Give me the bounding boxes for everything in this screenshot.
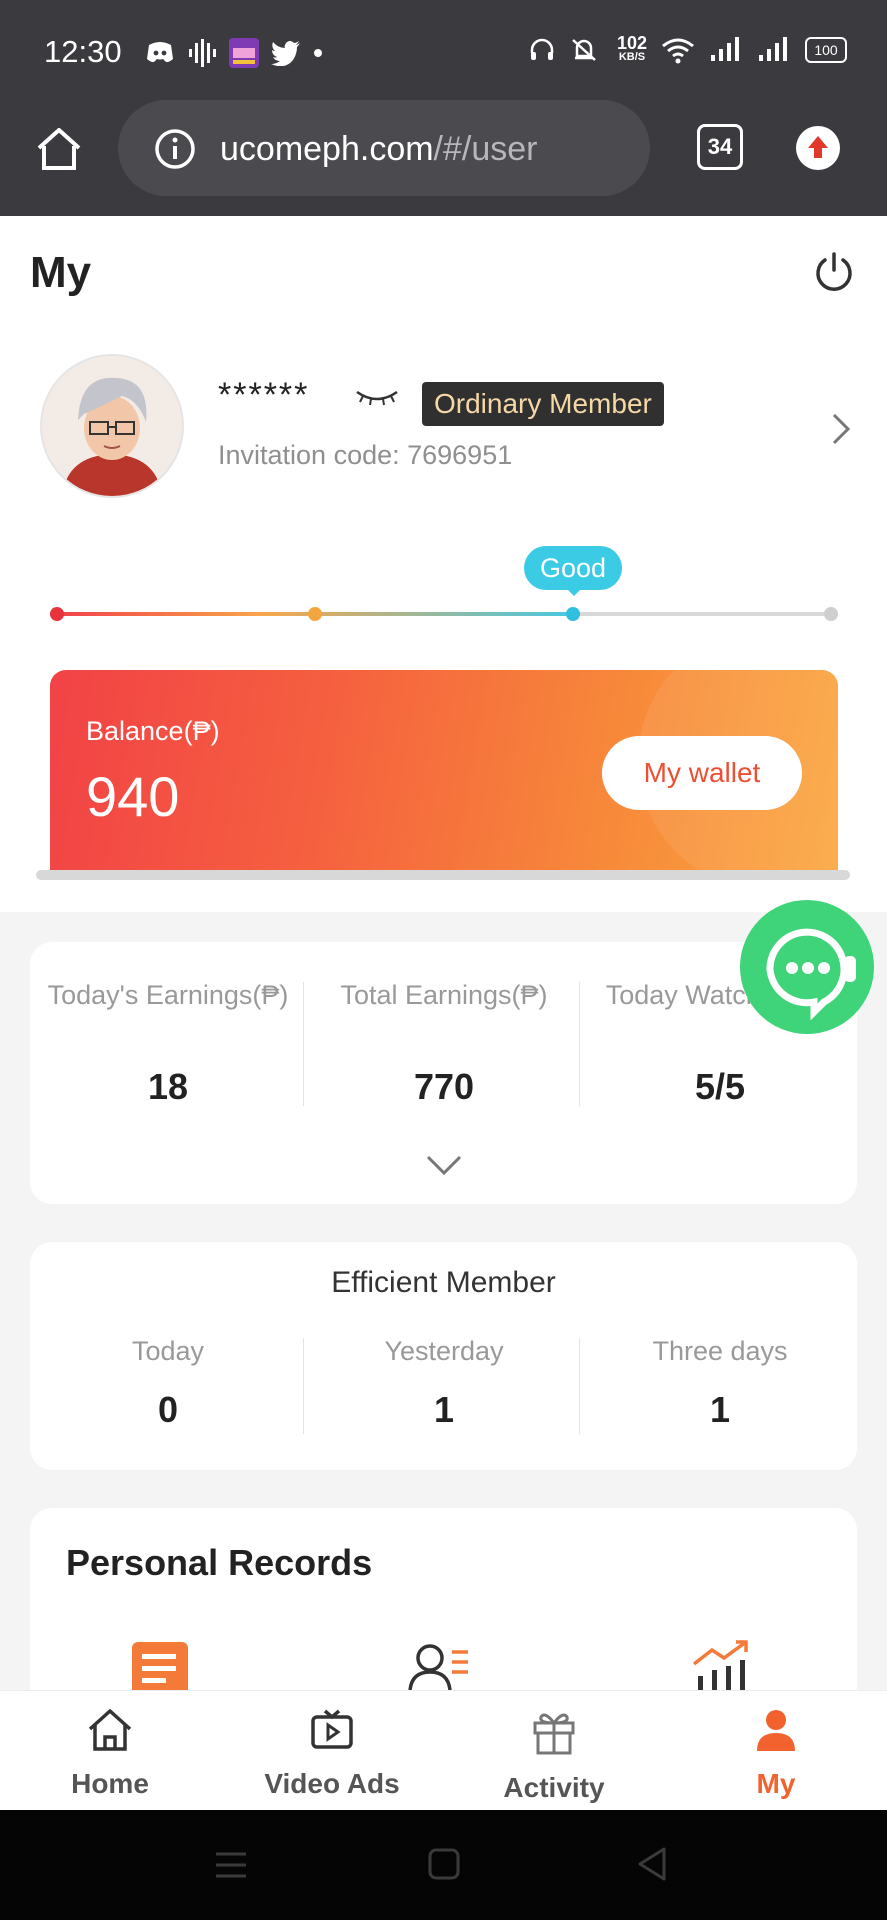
stat-total-earnings: Total Earnings(₱) 770	[306, 980, 582, 1108]
avatar-illustration	[42, 356, 182, 496]
personal-records-card: Personal Records	[30, 1508, 857, 1708]
divider	[303, 1338, 304, 1434]
nav-item-activity[interactable]: Activity	[454, 1707, 654, 1804]
efficient-value: 1	[433, 1389, 455, 1430]
notification-icons	[145, 38, 323, 68]
stat-today-earnings: Today's Earnings(₱) 18	[30, 980, 306, 1108]
efficient-today: Today 0	[30, 1336, 306, 1431]
balance-label: Balance(₱)	[86, 716, 220, 746]
records-chart-icon[interactable]	[690, 1638, 754, 1692]
chevron-down-icon[interactable]	[426, 1154, 462, 1176]
stat-value: 18	[147, 1066, 189, 1107]
nav-label: My	[756, 1768, 796, 1799]
browser-home-icon[interactable]	[34, 126, 84, 172]
bottom-navigation: Home Video Ads Activity My	[0, 1690, 887, 1811]
network-speed: 102 KB/S	[616, 33, 647, 64]
progress-dot-2	[308, 607, 322, 621]
member-level-badge: Ordinary Member	[422, 382, 664, 426]
mute-bell-icon	[572, 39, 596, 61]
tab-count: 34	[707, 134, 733, 159]
power-logout-icon[interactable]	[812, 250, 856, 294]
nav-label: Activity	[503, 1772, 605, 1803]
stat-value: 5/5	[694, 1066, 746, 1107]
status-bar: 12:30 102 KB/S 100	[0, 0, 887, 100]
browser-toolbar: ucomeph.com/#/user 34	[0, 100, 887, 216]
invitation-code: Invitation code: 7696951	[218, 440, 513, 470]
battery-icon: 100	[805, 37, 847, 63]
signal-icon	[711, 37, 739, 61]
efficient-value: 1	[709, 1389, 731, 1430]
balance-card: Balance(₱) 940 My wallet	[50, 670, 838, 876]
nav-label: Home	[71, 1768, 149, 1799]
status-time: 12:30	[44, 34, 122, 69]
level-progress-bar	[50, 607, 838, 621]
network-speed-value: 102	[616, 33, 647, 53]
discord-icon	[147, 42, 173, 63]
divider	[303, 982, 304, 1106]
my-wallet-button[interactable]: My wallet	[602, 736, 802, 810]
efficient-three-days: Three days 1	[582, 1336, 858, 1431]
network-speed-unit: KB/S	[618, 51, 646, 63]
battery-level: 100	[814, 42, 838, 58]
progress-dot-3	[566, 607, 580, 621]
more-dot-icon	[314, 49, 322, 57]
username-masked: ******	[218, 376, 310, 414]
efficient-label: Today	[131, 1336, 205, 1366]
upload-arrow-icon[interactable]	[794, 124, 842, 172]
game-app-icon	[229, 38, 259, 68]
stat-label: Today's Earnings(₱)	[47, 980, 289, 1010]
chat-bubble-icon	[753, 913, 861, 1021]
nav-item-video-ads[interactable]: Video Ads	[232, 1707, 432, 1800]
nav-label: Video Ads	[264, 1768, 400, 1799]
eye-closed-icon[interactable]	[355, 386, 399, 406]
gift-icon	[533, 1713, 575, 1755]
info-icon[interactable]	[154, 128, 196, 170]
video-icon	[311, 1709, 353, 1749]
twitter-icon	[271, 41, 300, 66]
nav-item-my[interactable]: My	[676, 1707, 876, 1800]
progress-dot-4	[824, 607, 838, 621]
url-host: ucomeph.com	[220, 130, 434, 168]
balance-card-base	[36, 870, 850, 880]
records-team-icon[interactable]	[408, 1642, 472, 1690]
menu-icon[interactable]	[214, 1850, 248, 1880]
divider	[579, 1338, 580, 1434]
chevron-right-icon[interactable]	[830, 412, 852, 446]
records-document-icon[interactable]	[130, 1640, 192, 1690]
home-icon	[88, 1709, 132, 1751]
level-label-tail	[566, 588, 582, 596]
progress-dot-1	[50, 607, 64, 621]
url-text[interactable]: ucomeph.com/#/user	[220, 130, 538, 169]
efficient-member-title: Efficient Member	[331, 1266, 556, 1299]
efficient-label: Yesterday	[384, 1336, 504, 1366]
divider	[579, 982, 580, 1106]
nav-item-home[interactable]: Home	[10, 1707, 210, 1800]
customer-service-chat-button[interactable]	[740, 900, 874, 1034]
tab-switcher-button[interactable]: 34	[697, 124, 743, 170]
audio-wave-icon	[189, 39, 216, 67]
signal-icon-2	[759, 37, 787, 61]
efficient-label: Three days	[652, 1336, 788, 1366]
balance-value: 940	[86, 765, 180, 828]
stat-label: Total Earnings(₱)	[340, 980, 548, 1010]
headphones-icon	[530, 38, 554, 60]
url-path: /#/user	[433, 130, 538, 168]
efficient-yesterday: Yesterday 1	[306, 1336, 582, 1431]
level-label-bubble: Good	[524, 546, 622, 590]
system-navigation-bar	[0, 1810, 887, 1920]
home-square-icon[interactable]	[428, 1848, 460, 1880]
stat-value: 770	[413, 1066, 475, 1107]
wifi-icon	[662, 38, 694, 64]
system-status-icons: 102 KB/S 100	[529, 33, 847, 64]
back-triangle-icon[interactable]	[636, 1846, 668, 1882]
user-icon	[757, 1710, 795, 1751]
earnings-stats-card: Today's Earnings(₱) 18 Total Earnings(₱)…	[30, 942, 857, 1204]
page-title: My	[30, 248, 92, 297]
avatar[interactable]	[40, 354, 184, 498]
efficient-value: 0	[157, 1389, 179, 1430]
efficient-member-card: Efficient Member Today 0 Yesterday 1 Thr…	[30, 1242, 857, 1470]
personal-records-title: Personal Records	[66, 1542, 373, 1583]
